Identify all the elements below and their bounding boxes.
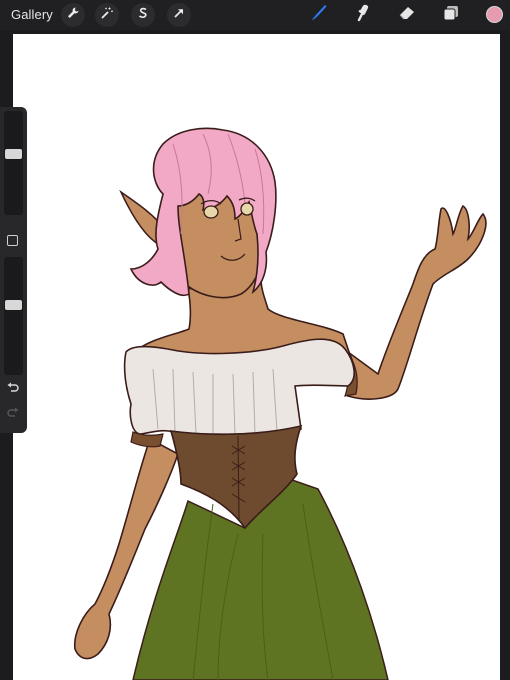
layers-button[interactable] bbox=[439, 3, 463, 27]
color-picker-swatch[interactable] bbox=[486, 6, 503, 23]
left-eye bbox=[203, 205, 219, 219]
smudge-tool-button[interactable] bbox=[351, 3, 375, 27]
selection-icon bbox=[136, 6, 150, 25]
brush-size-slider-thumb[interactable] bbox=[5, 149, 22, 159]
redo-icon bbox=[6, 406, 20, 425]
left-sleeve-band bbox=[130, 431, 164, 448]
opacity-slider[interactable] bbox=[4, 257, 23, 375]
selection-button[interactable] bbox=[131, 3, 155, 27]
drawing-canvas[interactable] bbox=[13, 34, 500, 680]
modify-square-icon[interactable] bbox=[7, 235, 18, 246]
adjustments-button[interactable] bbox=[95, 3, 119, 27]
artwork-elf-girl bbox=[73, 127, 487, 680]
brush-tool-button[interactable] bbox=[307, 3, 331, 27]
brush-icon bbox=[309, 3, 329, 28]
eraser-tool-button[interactable] bbox=[395, 3, 419, 27]
blouse bbox=[123, 338, 355, 435]
wrench-icon bbox=[66, 6, 80, 25]
top-toolbar: Gallery bbox=[0, 0, 510, 30]
undo-icon bbox=[6, 381, 20, 400]
eraser-icon bbox=[397, 3, 417, 28]
side-toolbar bbox=[0, 107, 27, 433]
transform-arrow-icon bbox=[172, 6, 186, 25]
actions-wrench-button[interactable] bbox=[61, 3, 85, 27]
redo-button[interactable] bbox=[5, 407, 21, 423]
layers-icon bbox=[441, 3, 461, 28]
transform-button[interactable] bbox=[167, 3, 191, 27]
opacity-slider-thumb[interactable] bbox=[5, 300, 22, 310]
right-arm bbox=[346, 204, 487, 400]
right-eye bbox=[240, 202, 254, 216]
undo-button[interactable] bbox=[5, 382, 21, 398]
magic-wand-icon bbox=[100, 6, 114, 25]
smudge-icon bbox=[353, 3, 373, 28]
gallery-button[interactable]: Gallery bbox=[11, 7, 53, 22]
brush-size-slider[interactable] bbox=[4, 111, 23, 215]
